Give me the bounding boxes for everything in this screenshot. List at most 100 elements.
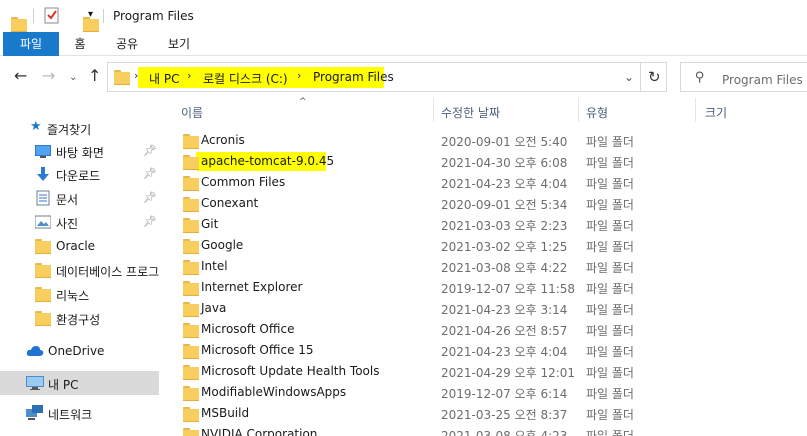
ribbon-tabs: 파일 홈 공유 보기 [0,32,807,56]
address-dropdown-icon[interactable]: ⌄ [624,70,634,84]
file-row[interactable]: Java 2021-04-23 오후 3:14 파일 폴더 [165,298,807,319]
nav-quick-access[interactable]: ★ 즐겨찾기 [0,117,159,139]
tab-home[interactable]: 홈 [66,32,94,56]
sidebar-item-pictures[interactable]: 사진 📌︎ [0,211,159,233]
properties-icon[interactable] [44,7,60,27]
file-type: 파일 폴더 [586,177,634,191]
column-divider[interactable] [695,98,696,122]
nav-label: 즐겨찾기 [47,123,92,137]
file-date: 2021-04-26 오전 8:57 [441,324,568,338]
back-arrow-icon[interactable]: ← [14,68,27,84]
address-bar[interactable]: › 내 PC › 로컬 디스크 (C:) › Program Files ⌄ ↻ [107,62,667,92]
file-date: 2021-03-02 오후 1:25 [441,240,568,254]
folder-icon [183,281,199,296]
file-row[interactable]: Conexant 2020-09-01 오전 5:34 파일 폴더 [165,193,807,214]
file-date: 2020-09-01 오전 5:40 [441,135,568,149]
column-size[interactable]: 크기 [705,104,727,121]
tab-file[interactable]: 파일 [3,32,59,56]
column-type[interactable]: 유형 [586,104,608,121]
file-date: 2021-04-29 오후 12:01 [441,366,576,380]
folder-icon [183,239,199,254]
file-name: Google [201,238,244,252]
folder-icon [183,176,199,191]
column-divider[interactable] [433,98,434,122]
file-row[interactable]: Acronis 2020-09-01 오전 5:40 파일 폴더 [165,130,807,151]
desktop-icon [35,143,51,159]
file-date: 2021-03-08 오후 4:22 [441,261,568,275]
address-row: ← → ⌄ ↑ › 내 PC › 로컬 디스크 (C:) › Program F… [0,56,807,98]
breadcrumb-chevron-icon[interactable]: › [297,69,301,82]
folder-icon [183,407,199,422]
folder-icon [183,365,199,380]
sidebar-item-environment[interactable]: 환경구성 [0,307,159,329]
sidebar-item-database-program[interactable]: 데이터베이스 프로그 [0,259,159,281]
pin-icon[interactable]: 📌︎ [143,191,157,204]
pin-icon[interactable]: 📌︎ [143,215,157,228]
breadcrumb-chevron-icon[interactable]: › [134,69,138,82]
customize-toolbar-icon[interactable]: ▾ [88,9,93,20]
up-arrow-icon[interactable]: ↑ [88,68,101,84]
tab-share[interactable]: 공유 [110,32,144,56]
file-date: 2021-04-30 오후 6:08 [441,156,568,170]
file-name: Microsoft Office 15 [201,343,314,357]
sidebar-item-oracle[interactable]: Oracle [0,235,159,257]
refresh-icon[interactable]: ↻ [648,68,661,86]
file-row[interactable]: Microsoft Office 2021-04-26 오전 8:57 파일 폴더 [165,319,807,340]
folder-icon [183,428,199,436]
file-row[interactable]: Intel 2021-03-08 오후 4:22 파일 폴더 [165,256,807,277]
file-row[interactable]: Internet Explorer 2019-12-07 오후 11:58 파일 폴… [165,277,807,298]
column-name[interactable]: 이름 [181,104,203,121]
file-type: 파일 폴더 [586,219,634,233]
file-type: 파일 폴더 [586,303,634,317]
breadcrumb-program-files[interactable]: Program Files [313,70,394,84]
column-header: ^ 이름 수정한 날짜 유형 크기 [165,97,807,124]
file-row[interactable]: Microsoft Office 15 2021-04-23 오후 4:04 파일 … [165,340,807,361]
file-date: 2019-12-07 오후 11:58 [441,282,576,296]
folder-icon [183,260,199,275]
computer-icon [26,375,44,391]
file-row[interactable]: Common Files 2021-04-23 오후 4:04 파일 폴더 [165,172,807,193]
file-row[interactable]: Google 2021-03-02 오후 1:25 파일 폴더 [165,235,807,256]
file-name: Java [201,301,227,315]
sidebar-item-network[interactable]: 네트워크 [0,402,159,424]
sidebar-item-documents[interactable]: 문서 📌︎ [0,187,159,209]
file-row[interactable]: NVIDIA Corporation 2021-03-08 오후 4:23 파일 폴… [165,424,807,436]
breadcrumb-local-disk[interactable]: 로컬 디스크 (C:) [203,70,288,87]
forward-arrow-icon[interactable]: → [42,68,55,84]
sidebar-item-desktop[interactable]: 바탕 화면 📌︎ [0,140,159,162]
folder-icon [35,287,51,303]
sidebar-item-linux[interactable]: 리눅스 [0,283,159,305]
download-icon [35,166,51,182]
column-date[interactable]: 수정한 날짜 [441,104,500,121]
breadcrumb-thispc[interactable]: 내 PC [149,70,179,87]
tab-view[interactable]: 보기 [162,32,196,56]
file-type: 파일 폴더 [586,282,634,296]
file-name: apache-tomcat-9.0.45 [201,154,335,168]
sidebar-item-downloads[interactable]: 다운로드 📌︎ [0,163,159,185]
breadcrumb-chevron-icon[interactable]: › [187,69,191,82]
folder-icon [183,386,199,401]
file-row[interactable]: Git 2021-03-03 오후 2:23 파일 폴더 [165,214,807,235]
nav-label: 내 PC [48,378,79,392]
file-type: 파일 폴더 [586,135,634,149]
file-type: 파일 폴더 [586,366,634,380]
file-name: Intel [201,259,228,273]
folder-icon [11,17,27,32]
window-title: Program Files [113,9,194,23]
file-row[interactable]: MSBuild 2021-03-25 오전 8:37 파일 폴더 [165,403,807,424]
search-box[interactable]: ⚲ Program Files 검색 [680,62,807,92]
sidebar-item-thispc[interactable]: 내 PC [0,371,159,395]
column-divider[interactable] [578,98,579,122]
file-row[interactable]: apache-tomcat-9.0.45 2021-04-30 오후 6:08 파일… [165,151,807,172]
folder-icon [183,155,199,170]
sidebar-item-onedrive[interactable]: OneDrive [0,340,159,362]
file-row[interactable]: ModifiableWindowsApps 2019-12-07 오후 6:14 파… [165,382,807,403]
pin-icon[interactable]: 📌︎ [143,144,157,157]
search-input[interactable]: Program Files 검색 [722,71,807,88]
pin-icon[interactable]: 📌︎ [143,167,157,180]
file-type: 파일 폴더 [586,156,634,170]
separator [103,9,104,23]
file-row[interactable]: Microsoft Update Health Tools 2021-04-29 … [165,361,807,382]
recent-locations-icon[interactable]: ⌄ [69,70,77,86]
file-name: Microsoft Office [201,322,295,336]
